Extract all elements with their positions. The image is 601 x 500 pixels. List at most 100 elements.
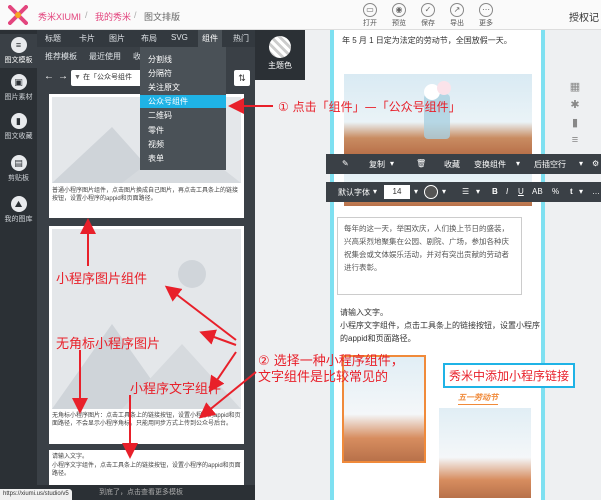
tab-title[interactable]: 标题 bbox=[45, 33, 61, 44]
tab-popular[interactable]: 热门 bbox=[233, 33, 249, 44]
editable-text-box[interactable]: 每年的这一天，举国欢庆，人们换上节日的盛装，兴高采烈地聚集在公园、剧院、广场，参… bbox=[337, 217, 522, 295]
subtab-recent[interactable]: 最近使用 bbox=[89, 51, 121, 62]
text-color-picker[interactable] bbox=[424, 185, 438, 199]
percent-button[interactable]: % bbox=[552, 187, 559, 196]
text-format-toolbar: 默认字体 ▾ 14 ▾ ▾ ☰ ▾ B I U AB % t ▾ … bbox=[326, 182, 601, 202]
card-description: 无角标小程序图片：点击工具条上的链接按钮，设置小程序的appid和页面路径，不会… bbox=[52, 413, 241, 427]
image-caption: 五一劳动节 bbox=[458, 391, 498, 405]
font-size-input[interactable]: 14 bbox=[384, 185, 410, 199]
annotation-no-corner: 无角标小程序图片 bbox=[56, 337, 161, 352]
chevron-down-icon[interactable]: ▾ bbox=[516, 159, 520, 168]
save-icon: ✓ bbox=[421, 3, 435, 17]
annotation-image-component: 小程序图片组件 bbox=[56, 272, 148, 287]
align-center-icon[interactable]: ≡ bbox=[568, 134, 582, 146]
tab-layout[interactable]: 布局 bbox=[141, 33, 157, 44]
dropdown-item-divider[interactable]: 分割线 bbox=[140, 53, 226, 66]
trash-icon[interactable]: 🗑 bbox=[416, 159, 426, 168]
authorize-link[interactable]: 授权记 bbox=[569, 9, 599, 24]
open-button[interactable]: ▭ 打开 bbox=[358, 3, 382, 28]
copy-button[interactable]: 复制 bbox=[369, 159, 385, 170]
dropdown-item-video[interactable]: 视频 bbox=[140, 138, 226, 151]
export-button[interactable]: ↗ 导出 bbox=[445, 3, 469, 28]
settings-icon[interactable]: ⚙ bbox=[592, 159, 599, 168]
annotation-step1: ① 点击「组件」—「公众号组件」 bbox=[278, 100, 461, 114]
tab-image[interactable]: 图片 bbox=[109, 33, 125, 44]
folder-icon: ▭ bbox=[363, 3, 377, 17]
export-icon: ↗ bbox=[450, 3, 464, 17]
text-label[interactable]: 请输入文字。 bbox=[340, 306, 388, 319]
forward-arrow-icon[interactable]: → bbox=[57, 70, 69, 84]
filter-icon: ▼ bbox=[74, 74, 81, 81]
tab-components[interactable]: 组件 bbox=[198, 30, 222, 47]
card-text-label: 请输入文字。 bbox=[52, 454, 89, 460]
annotation-step2-line2: 文字组件是比较常见的 bbox=[258, 370, 389, 385]
more-button[interactable]: ⋯ 更多 bbox=[474, 3, 498, 28]
font-family-select[interactable]: 默认字体 bbox=[338, 187, 370, 198]
pin-icon[interactable]: ✎ bbox=[342, 159, 349, 168]
more-icon: ⋯ bbox=[479, 3, 493, 17]
breadcrumb-separator: / bbox=[85, 10, 88, 20]
eye-icon: ◉ bbox=[392, 3, 406, 17]
dropdown-item-separator[interactable]: 分隔符 bbox=[140, 67, 226, 80]
image-icon: ▣ bbox=[10, 74, 27, 90]
dropdown-item-form[interactable]: 表单 bbox=[140, 152, 226, 165]
annotation-add-link: 秀米中添加小程序链接 bbox=[443, 363, 576, 388]
grid-icon[interactable]: ▦ bbox=[568, 80, 582, 93]
dropdown-item-follow[interactable]: 关注原文 bbox=[140, 81, 226, 94]
bold-button[interactable]: B bbox=[492, 187, 498, 196]
align-icon[interactable]: ☰ bbox=[462, 187, 469, 196]
rail-item-image[interactable]: ▣ 图片素材 bbox=[0, 74, 37, 102]
clipboard-icon: ▤ bbox=[10, 155, 27, 171]
bar-chart-icon[interactable]: ▮ bbox=[568, 116, 582, 129]
annotation-text-component: 小程序文字组件 bbox=[130, 382, 222, 397]
components-dropdown: 分割线 分隔符 关注原文 公众号组件 二维码 零件 视频 表单 bbox=[140, 47, 226, 170]
status-url: https://xiumi.us/studio/v5 bbox=[0, 489, 72, 500]
collect-button[interactable]: 收藏 bbox=[444, 159, 460, 170]
dropdown-item-qrcode[interactable]: 二维码 bbox=[140, 109, 226, 122]
chevron-down-icon[interactable]: ▾ bbox=[442, 187, 446, 196]
strikethrough-button[interactable]: AB bbox=[532, 187, 543, 196]
save-button[interactable]: ✓ 保存 bbox=[416, 3, 440, 28]
rail-item-gallery[interactable]: ⛰ 我的图库 bbox=[0, 196, 37, 224]
left-rail: ≡ 图文模板 ▣ 图片素材 ▮ 图文收藏 ▤ 剪贴板 ⛰ 我的图库 bbox=[0, 30, 37, 500]
card-description: 小程序文字组件，点击工具条上的链接按钮，设置小程序的appid和页面路径。 bbox=[52, 463, 241, 477]
rail-item-template[interactable]: ≡ 图文模板 bbox=[0, 34, 37, 68]
insert-blank-line-button[interactable]: 后插空行 bbox=[534, 159, 566, 170]
brand-name[interactable]: 秀米XIUMI bbox=[38, 10, 81, 23]
italic-button[interactable]: I bbox=[506, 187, 508, 196]
tab-card[interactable]: 卡片 bbox=[79, 33, 95, 44]
transform-component-button[interactable]: 变换组件 bbox=[474, 159, 506, 170]
chevron-down-icon[interactable]: ▾ bbox=[390, 159, 394, 168]
mini-program-image[interactable] bbox=[439, 408, 531, 498]
rail-item-clipboard[interactable]: ▤ 剪贴板 bbox=[0, 155, 37, 183]
breadcrumb-my-xiumi[interactable]: 我的秀米 bbox=[95, 10, 131, 23]
chevron-down-icon[interactable]: ▾ bbox=[373, 187, 377, 196]
rail-item-favorites[interactable]: ▮ 图文收藏 bbox=[0, 113, 37, 141]
bookmark-icon: ▮ bbox=[10, 113, 27, 129]
body-text[interactable]: 年 5 月 1 日定为法定的劳动节，全国放假一天。 bbox=[342, 34, 537, 47]
breadcrumb-current: 图文排版 bbox=[144, 12, 181, 22]
sort-button[interactable]: ⇅ bbox=[234, 70, 250, 86]
chevron-down-icon[interactable]: ▾ bbox=[579, 187, 583, 196]
chevron-down-icon[interactable]: ▾ bbox=[476, 187, 480, 196]
dropdown-item-parts[interactable]: 零件 bbox=[140, 124, 226, 137]
text-style-icon[interactable]: t bbox=[570, 187, 573, 196]
card-description: 普通小程序图片组件，点击图片换成自己图片，再点击工具条上的链接按钮，设置小程序的… bbox=[52, 188, 239, 202]
more-icon[interactable]: … bbox=[592, 187, 600, 196]
menu-icon: ≡ bbox=[10, 37, 27, 53]
preview-button[interactable]: ◉ 预览 bbox=[387, 3, 411, 28]
tab-svg[interactable]: SVG bbox=[171, 33, 188, 42]
chevron-down-icon[interactable]: ▾ bbox=[579, 159, 583, 168]
dropdown-item-official-account[interactable]: 公众号组件 bbox=[140, 95, 226, 108]
back-arrow-icon[interactable]: ← bbox=[43, 70, 55, 84]
underline-button[interactable]: U bbox=[518, 187, 524, 196]
xiumi-logo-icon[interactable] bbox=[8, 5, 28, 25]
component-toolbar: ✎ 复制 ▾ 🗑 收藏 变换组件 ▾ 后插空行 ▾ ⚙ bbox=[326, 154, 601, 174]
top-bar: 秀米XIUMI / 我的秀米 / 图文排版 ▭ 打开 ◉ 预览 ✓ 保存 ↗ 导出 ⋯ 更… bbox=[0, 0, 601, 30]
chevron-down-icon[interactable]: ▾ bbox=[414, 187, 418, 196]
asterisk-icon[interactable]: ✱ bbox=[568, 98, 582, 111]
mini-program-text[interactable]: 小程序文字组件，点击工具条上的链接按钮，设置小程序的appid和页面路径。 bbox=[340, 319, 540, 345]
panel-tabs: 标题 卡片 图片 布局 SVG 组件 热门 bbox=[37, 30, 255, 47]
theme-color-button[interactable]: 主题色 bbox=[255, 30, 305, 80]
subtab-recommended[interactable]: 推荐模板 bbox=[45, 51, 77, 62]
